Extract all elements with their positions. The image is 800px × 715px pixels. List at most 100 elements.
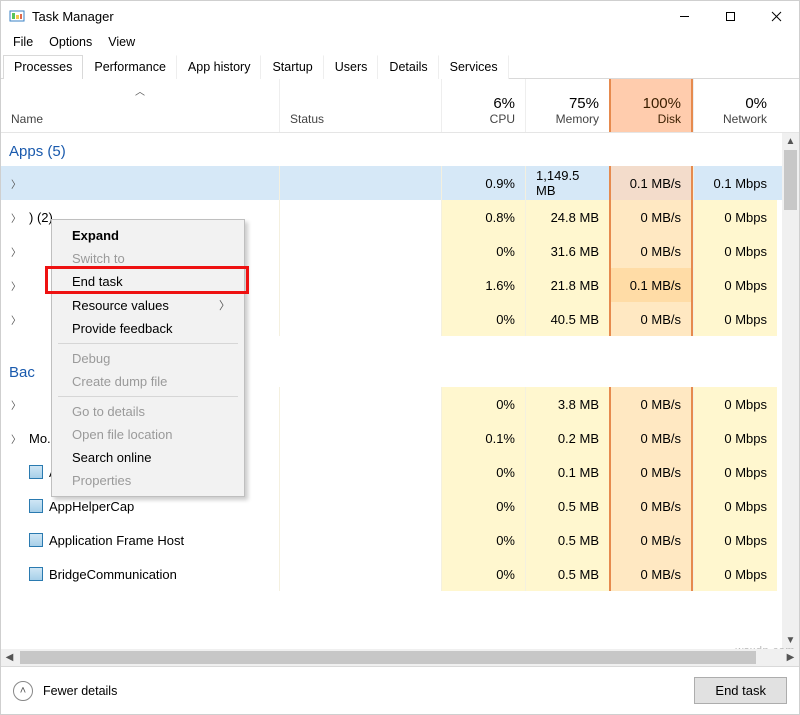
cell-disk: 0.1 MB/s (609, 268, 693, 302)
header-disk[interactable]: 100% Disk (609, 79, 693, 132)
cell-status (279, 268, 441, 302)
tab-performance[interactable]: Performance (83, 55, 177, 79)
process-name: BridgeCommunication (49, 567, 177, 582)
cell-disk: 0.1 MB/s (609, 166, 693, 200)
cell-network: 0 Mbps (693, 234, 777, 268)
expand-icon[interactable]: 〉 (11, 431, 23, 446)
menu-item: Create dump file (54, 370, 242, 393)
fewer-details-label[interactable]: Fewer details (43, 684, 117, 698)
expand-icon[interactable]: 〉 (11, 312, 23, 327)
header-status[interactable]: Status (279, 79, 441, 132)
expand-icon[interactable]: 〉 (11, 244, 23, 259)
menu-item-label: Create dump file (72, 374, 167, 389)
horizontal-scrollbar[interactable]: ◀ ▶ (1, 649, 799, 666)
vertical-scrollbar[interactable]: ▲ ▼ (782, 133, 799, 649)
expand-icon[interactable]: 〉 (11, 176, 23, 191)
menu-item[interactable]: Resource values〉 (54, 293, 242, 317)
tab-services[interactable]: Services (439, 55, 509, 79)
close-button[interactable] (753, 1, 799, 31)
menu-item-label: Debug (72, 351, 110, 366)
process-icon (29, 465, 43, 479)
table-row[interactable]: 〉0.9%1,149.5 MB0.1 MB/s0.1 Mbps (1, 166, 799, 200)
menu-item-label: Expand (72, 228, 119, 243)
process-name: AppHelperCap (49, 499, 134, 514)
group-apps: Apps (5) (1, 133, 799, 166)
process-name: Application Frame Host (49, 533, 184, 548)
cell-disk: 0 MB/s (609, 302, 693, 336)
cell-cpu: 0% (441, 523, 525, 557)
minimize-button[interactable] (661, 1, 707, 31)
scroll-thumb[interactable] (784, 150, 797, 210)
cell-cpu: 0.1% (441, 421, 525, 455)
cell-memory: 0.1 MB (525, 455, 609, 489)
cell-cpu: 0% (441, 302, 525, 336)
tab-processes[interactable]: Processes (3, 55, 83, 79)
cell-status (279, 557, 441, 591)
menu-item-label: Open file location (72, 427, 172, 442)
menu-options[interactable]: Options (41, 33, 100, 51)
cell-disk: 0 MB/s (609, 200, 693, 234)
header-cpu[interactable]: 6% CPU (441, 79, 525, 132)
task-manager-window: Task Manager File Options View Processes… (0, 0, 800, 715)
menu-item[interactable]: End task (54, 270, 242, 293)
fewer-details-icon[interactable]: ˄ (13, 681, 33, 701)
cell-cpu: 0% (441, 489, 525, 523)
cell-network: 0 Mbps (693, 302, 777, 336)
scroll-up-icon[interactable]: ▲ (782, 133, 799, 150)
cell-status (279, 523, 441, 557)
cell-disk: 0 MB/s (609, 557, 693, 591)
expand-icon[interactable]: 〉 (11, 397, 23, 412)
menu-item[interactable]: Search online (54, 446, 242, 469)
cell-disk: 0 MB/s (609, 421, 693, 455)
menu-bar: File Options View (1, 31, 799, 53)
cell-cpu: 0% (441, 387, 525, 421)
process-icon (29, 499, 43, 513)
expand-icon[interactable]: 〉 (11, 210, 23, 225)
cell-disk: 0 MB/s (609, 387, 693, 421)
cell-status (279, 421, 441, 455)
cell-memory: 31.6 MB (525, 234, 609, 268)
menu-view[interactable]: View (100, 33, 143, 51)
menu-item-label: Go to details (72, 404, 145, 419)
tab-startup[interactable]: Startup (261, 55, 323, 79)
tab-users[interactable]: Users (324, 55, 379, 79)
cell-status (279, 234, 441, 268)
table-row[interactable]: Application Frame Host0%0.5 MB0 MB/s0 Mb… (1, 523, 799, 557)
cell-status (279, 489, 441, 523)
cell-network: 0 Mbps (693, 387, 777, 421)
tab-details[interactable]: Details (378, 55, 438, 79)
cell-disk: 0 MB/s (609, 523, 693, 557)
cell-disk: 0 MB/s (609, 455, 693, 489)
menu-item: Open file location (54, 423, 242, 446)
window-title: Task Manager (32, 9, 661, 24)
header-network[interactable]: 0% Network (693, 79, 777, 132)
end-task-button[interactable]: End task (694, 677, 787, 704)
menu-file[interactable]: File (5, 33, 41, 51)
submenu-arrow-icon: 〉 (219, 297, 230, 313)
expand-icon[interactable]: 〉 (11, 278, 23, 293)
menu-item[interactable]: Provide feedback (54, 317, 242, 340)
scroll-right-icon[interactable]: ▶ (782, 649, 799, 666)
menu-item-label: Properties (72, 473, 131, 488)
maximize-button[interactable] (707, 1, 753, 31)
scroll-left-icon[interactable]: ◀ (1, 649, 18, 666)
tab-app-history[interactable]: App history (177, 55, 262, 79)
cell-cpu: 0.8% (441, 200, 525, 234)
menu-item-label: End task (72, 274, 123, 289)
header-memory[interactable]: 75% Memory (525, 79, 609, 132)
menu-item: Go to details (54, 400, 242, 423)
app-icon (9, 8, 25, 24)
cell-memory: 0.5 MB (525, 523, 609, 557)
cell-network: 0 Mbps (693, 200, 777, 234)
table-row[interactable]: BridgeCommunication0%0.5 MB0 MB/s0 Mbps (1, 557, 799, 591)
menu-item[interactable]: Expand (54, 224, 242, 247)
menu-item-label: Switch to (72, 251, 125, 266)
hscroll-thumb[interactable] (20, 651, 756, 664)
cell-network: 0 Mbps (693, 489, 777, 523)
cell-status (279, 387, 441, 421)
title-bar: Task Manager (1, 1, 799, 31)
header-name[interactable]: ︿ Name (1, 79, 279, 132)
window-controls (661, 1, 799, 31)
cell-cpu: 1.6% (441, 268, 525, 302)
cell-status (279, 166, 441, 200)
